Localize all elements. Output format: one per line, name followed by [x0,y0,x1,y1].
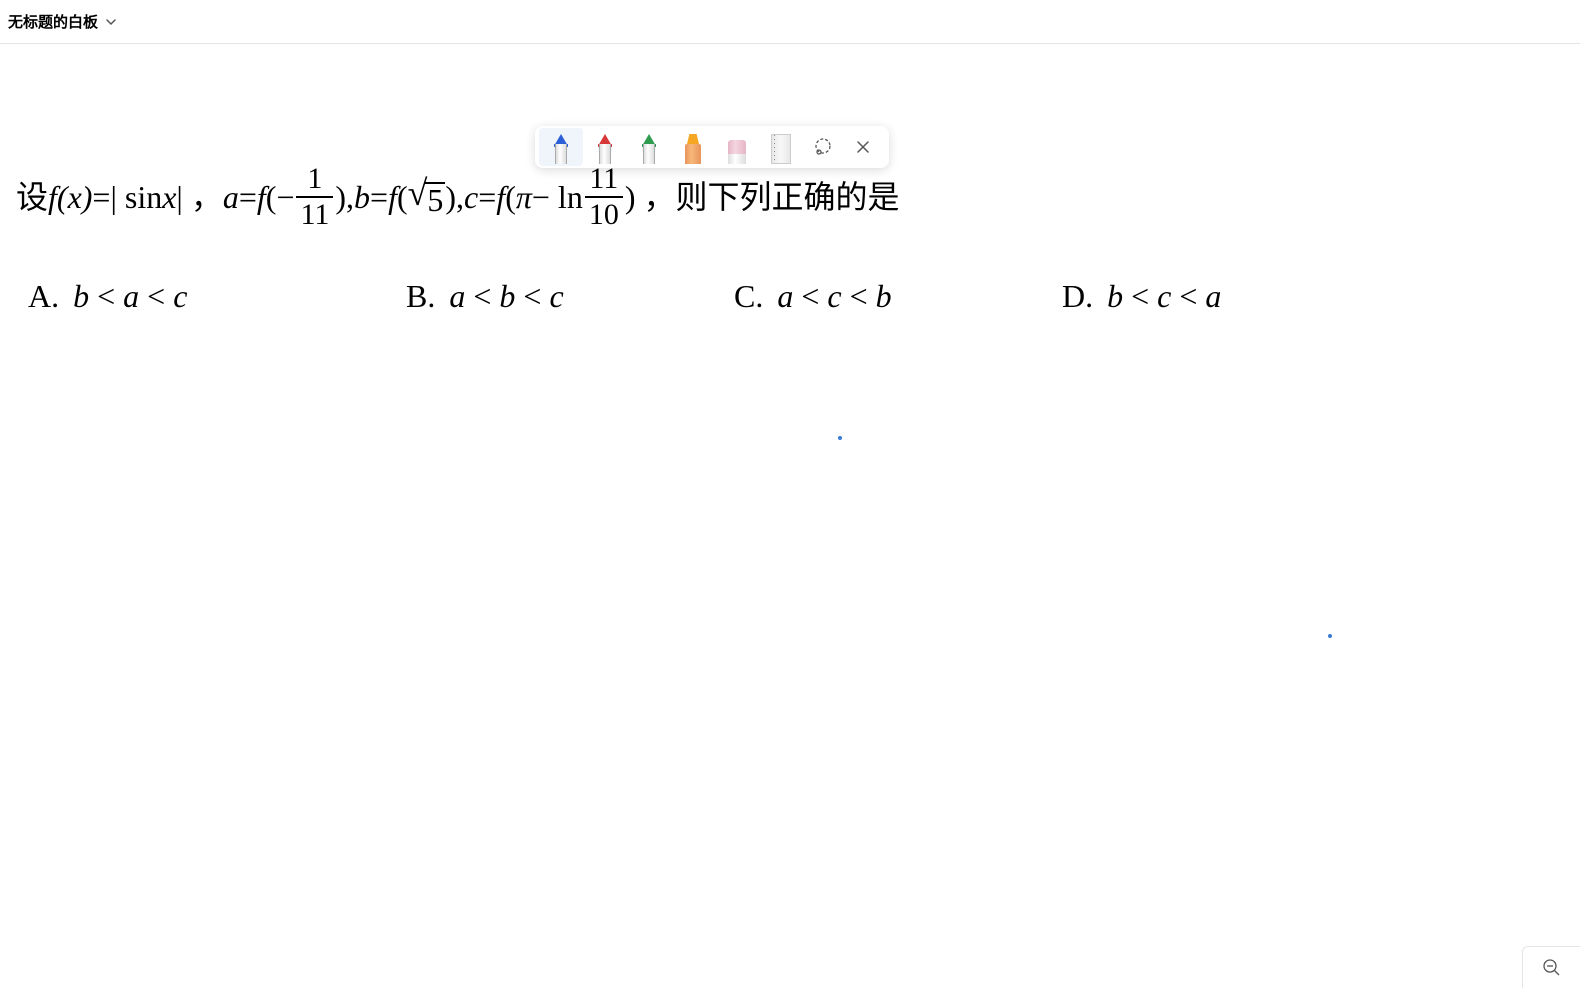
drawing-toolbar [535,126,889,168]
lasso-tool[interactable] [803,128,843,166]
title-dropdown[interactable]: 无标题的白板 [8,11,118,32]
option-d: D. b < c < a [1062,278,1221,315]
zoom-out-icon [1542,958,1562,978]
option-a: A. b < a < c [16,278,406,315]
eraser-icon [728,140,746,164]
close-icon [855,139,871,155]
ruler-icon [771,134,791,164]
pen-green-icon [642,134,656,164]
highlighter-icon [685,134,701,164]
whiteboard-canvas[interactable]: 设 f(x) =| sin x | ， a = f(− 111 ), b = f… [0,44,1580,988]
option-b: B. a < b < c [406,278,734,315]
ink-dot [838,436,842,440]
highlighter-tool[interactable] [671,128,715,166]
lasso-icon [813,137,833,157]
eraser-tool[interactable] [715,128,759,166]
option-c: C. a < c < b [734,278,1062,315]
pen-blue-icon [554,134,568,164]
pen-red-icon [598,134,612,164]
ink-dot [1328,634,1332,638]
math-problem: 设 f(x) =| sin x | ， a = f(− 111 ), b = f… [16,164,1564,315]
zoom-out-button[interactable] [1522,946,1580,988]
problem-statement: 设 f(x) =| sin x | ， a = f(− 111 ), b = f… [16,164,1564,230]
answer-options: A. b < a < c B. a < b < c C. a < c < b D… [16,278,1564,315]
pen-red-tool[interactable] [583,128,627,166]
ruler-tool[interactable] [759,128,803,166]
pen-blue-tool[interactable] [539,128,583,166]
chevron-down-icon [104,15,118,29]
whiteboard-title: 无标题的白板 [8,11,98,32]
header-bar: 无标题的白板 [0,0,1580,44]
pen-green-tool[interactable] [627,128,671,166]
close-toolbar-button[interactable] [843,128,883,166]
